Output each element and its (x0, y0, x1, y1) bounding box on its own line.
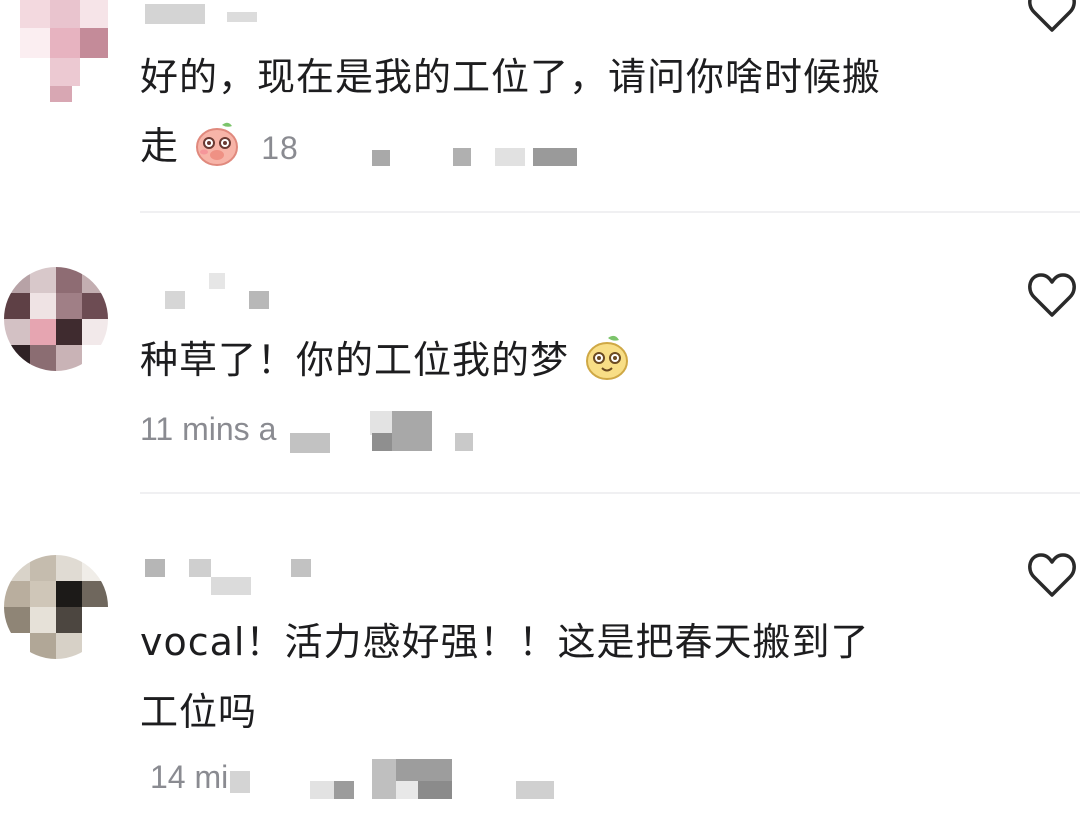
comment-item[interactable]: 种草了！你的工位我的梦 11 mins a (0, 215, 1080, 495)
comment-text: vocal！活力感好强！！这是把春天搬到了 工位吗 (140, 609, 1020, 745)
comment-item[interactable]: 好的，现在是我的工位了，请问你啥时候搬 走 18 (0, 0, 1080, 215)
blushing-peach-emoji (196, 122, 239, 166)
comment-text: 种草了！你的工位我的梦 (140, 327, 1020, 393)
comment-text: 好的，现在是我的工位了，请问你啥时候搬 走 18 (140, 44, 1020, 181)
username-redacted[interactable] (165, 273, 285, 309)
comment-text-line: 种草了！你的工位我的梦 (140, 338, 570, 382)
smiling-pear-emoji (586, 335, 629, 380)
comment-text-line: 走 (140, 124, 180, 168)
comment-text-line: vocal！活力感好强！！这是把春天搬到了 (140, 620, 870, 664)
comment-text-line: 工位吗 (140, 690, 258, 734)
timestamp: 11 mins a (140, 411, 277, 447)
divider (140, 211, 1080, 213)
heart-outline-icon[interactable] (1026, 271, 1078, 319)
like-count: 18 (261, 130, 299, 166)
avatar[interactable] (4, 267, 108, 371)
avatar[interactable] (20, 0, 108, 108)
heart-outline-icon[interactable] (1026, 0, 1078, 34)
comment-item[interactable]: vocal！活力感好强！！这是把春天搬到了 工位吗 14 mi (0, 495, 1080, 815)
comment-text-line: 好的，现在是我的工位了，请问你啥时候搬 (140, 55, 882, 99)
avatar[interactable] (4, 555, 108, 659)
divider (140, 492, 1080, 494)
username-redacted[interactable] (145, 555, 325, 595)
username-redacted[interactable] (145, 4, 285, 24)
timestamp: 14 mi (150, 759, 229, 795)
heart-outline-icon[interactable] (1026, 551, 1078, 599)
